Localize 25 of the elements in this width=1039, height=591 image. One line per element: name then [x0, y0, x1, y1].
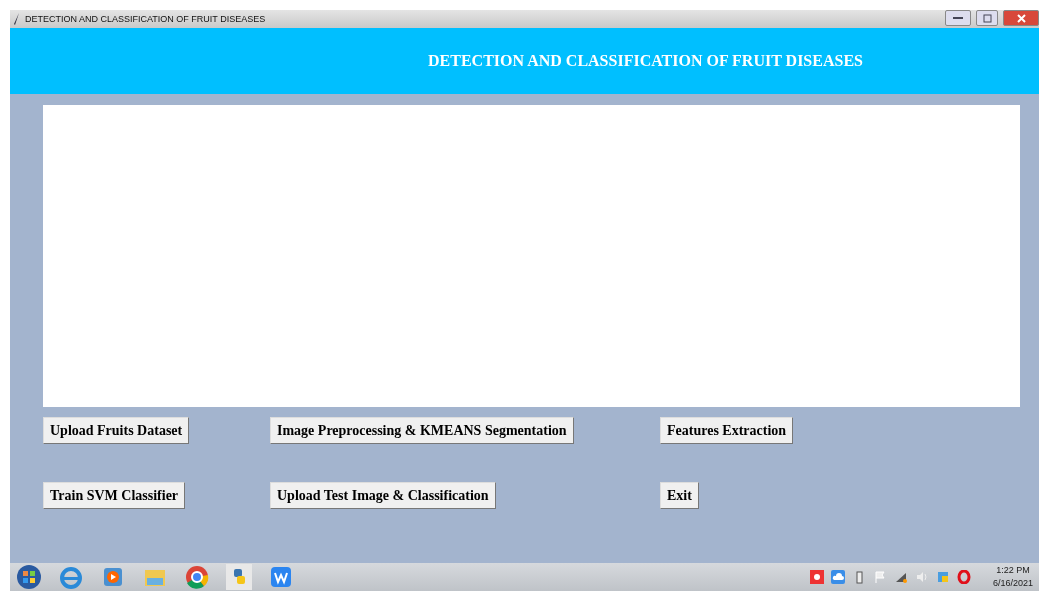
action-button[interactable]: Upload Test Image & Classification [270, 482, 496, 509]
minimize-icon [953, 16, 963, 20]
window-title: DETECTION AND CLASSIFICATION OF FRUIT DISEASES [25, 14, 266, 24]
wps-office-icon[interactable] [268, 564, 294, 590]
browser-icon[interactable] [58, 564, 84, 590]
record-icon[interactable] [809, 570, 824, 584]
action-button[interactable]: Image Preprocessing & KMEANS Segmentation [270, 417, 574, 444]
action-button[interactable]: Train SVM Classifier [43, 482, 186, 509]
minimize-button[interactable] [945, 10, 971, 26]
maximize-icon [982, 13, 992, 23]
header-title: DETECTION AND CLASSIFICATION OF FRUIT DISEASES [428, 52, 863, 70]
opera-icon[interactable] [956, 570, 971, 584]
action-button[interactable]: Features Extraction [660, 417, 794, 444]
clock-time: 1:22 PM [996, 564, 1030, 577]
feather-icon [14, 13, 20, 25]
clock[interactable]: 1:22 PM 6/16/2021 [992, 564, 1033, 590]
maximize-button[interactable] [976, 10, 998, 26]
close-button[interactable] [1003, 10, 1039, 26]
close-icon [1016, 13, 1026, 23]
action-button[interactable]: Exit [660, 482, 699, 509]
clock-date: 6/16/2021 [992, 577, 1033, 590]
chrome-icon[interactable] [184, 564, 210, 590]
cloud-icon[interactable] [830, 570, 845, 584]
start-button[interactable] [16, 564, 42, 590]
action-button[interactable]: Upload Fruits Dataset [43, 417, 190, 444]
